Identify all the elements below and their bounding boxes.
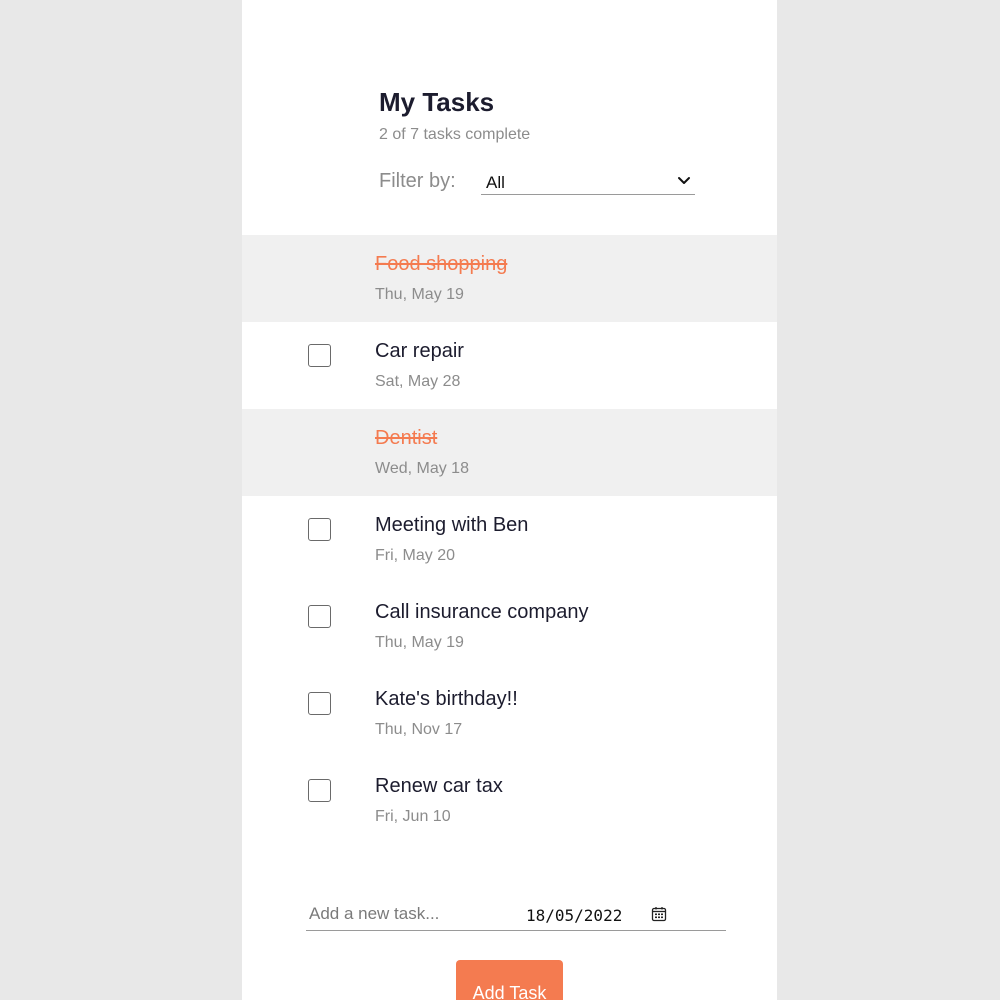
task-list: Food shopping Thu, May 19 Car repair Sat, M… xyxy=(242,235,777,844)
task-date: Thu, May 19 xyxy=(375,286,464,303)
task-date: Fri, Jun 10 xyxy=(375,808,451,825)
task-checkbox[interactable] xyxy=(308,692,331,715)
task-name: Call insurance company xyxy=(375,601,589,623)
task-checkbox[interactable] xyxy=(308,344,331,367)
new-task-input[interactable] xyxy=(306,898,516,930)
add-task-row: 18/05/2022 xyxy=(306,898,726,931)
task-date: Thu, May 19 xyxy=(375,634,464,651)
due-date-value: 18/05/2022 xyxy=(526,906,623,925)
task-row[interactable]: Call insurance company Thu, May 19 xyxy=(242,583,777,670)
task-name: Meeting with Ben xyxy=(375,514,529,536)
task-row[interactable]: Renew car tax Fri, Jun 10 xyxy=(242,757,777,844)
task-name: Renew car tax xyxy=(375,775,503,797)
task-date: Thu, Nov 17 xyxy=(375,721,463,738)
task-name: Food shopping xyxy=(375,253,508,275)
task-date: Wed, May 18 xyxy=(375,460,469,477)
task-date: Fri, May 20 xyxy=(375,547,456,564)
add-task-button[interactable]: Add Task xyxy=(456,960,563,1000)
filter-selected-value: All xyxy=(486,173,505,192)
filter-select[interactable]: All xyxy=(481,170,695,195)
filter-label: Filter by: xyxy=(379,170,456,192)
task-checkbox[interactable] xyxy=(308,518,331,541)
page-title: My Tasks xyxy=(379,87,495,117)
tasks-panel: My Tasks 2 of 7 tasks complete Filter by… xyxy=(242,0,777,1000)
task-row[interactable]: Dentist Wed, May 18 xyxy=(242,409,777,496)
chevron-down-icon xyxy=(678,177,690,184)
task-checkbox[interactable] xyxy=(308,779,331,802)
task-name: Kate's birthday!! xyxy=(375,688,518,710)
task-name: Dentist xyxy=(375,427,438,449)
task-checkbox[interactable] xyxy=(308,605,331,628)
task-row[interactable]: Kate's birthday!! Thu, Nov 17 xyxy=(242,670,777,757)
due-date-field[interactable]: 18/05/2022 xyxy=(526,898,671,930)
task-row[interactable]: Food shopping Thu, May 19 xyxy=(242,235,777,322)
task-progress-text: 2 of 7 tasks complete xyxy=(379,126,531,143)
task-name: Car repair xyxy=(375,340,464,362)
task-row[interactable]: Car repair Sat, May 28 xyxy=(242,322,777,409)
task-date: Sat, May 28 xyxy=(375,373,461,390)
task-row[interactable]: Meeting with Ben Fri, May 20 xyxy=(242,496,777,583)
calendar-icon[interactable] xyxy=(651,906,667,922)
